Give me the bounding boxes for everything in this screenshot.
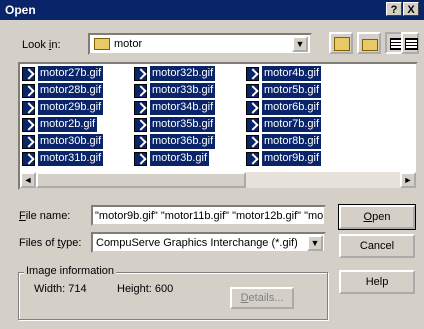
lookin-combo[interactable]: motor ▼ <box>88 33 312 55</box>
file-list[interactable]: motor27b.gif motor32b.gif motor4b.gif motor… <box>18 62 418 190</box>
details-view-button[interactable] <box>401 32 419 54</box>
title-bar: Open ? X <box>0 0 424 20</box>
gif-file-icon <box>134 118 147 132</box>
scroll-left-button[interactable]: ◄ <box>20 172 36 188</box>
file-name: motor28b.gif <box>38 83 104 98</box>
gif-file-icon <box>246 101 259 115</box>
gif-file-icon <box>22 67 35 81</box>
cancel-button[interactable]: Cancel <box>339 234 415 258</box>
gif-file-icon <box>22 118 35 132</box>
gif-file-icon <box>246 152 259 166</box>
scroll-thumb[interactable] <box>36 172 246 188</box>
horizontal-scrollbar[interactable]: ◄ ► <box>20 172 416 188</box>
file-name: motor27b.gif <box>38 66 104 81</box>
filetype-label: Files of type: <box>19 237 82 249</box>
filename-label: File name: <box>19 210 71 222</box>
gif-file-icon <box>22 84 35 98</box>
image-info-title: Image information <box>24 265 117 277</box>
file-name: motor31b.gif <box>38 151 104 166</box>
lookin-dropdown-arrow[interactable]: ▼ <box>292 36 308 52</box>
file-name: motor30b.gif <box>38 134 104 149</box>
file-name: motor6b.gif <box>262 100 322 115</box>
lookin-label: Look in: <box>22 39 61 51</box>
file-name: motor34b.gif <box>150 100 216 115</box>
file-name: motor2b.gif <box>38 117 98 132</box>
gif-file-icon <box>22 152 35 166</box>
details-icon <box>405 38 418 50</box>
up-folder-icon <box>334 37 350 51</box>
lookin-value: motor <box>114 38 143 50</box>
file-name: motor4b.gif <box>262 66 322 81</box>
gif-file-icon <box>22 101 35 115</box>
folder-icon <box>94 38 110 50</box>
new-folder-icon <box>362 39 378 51</box>
window-title: Open <box>5 3 36 17</box>
open-button[interactable]: Open <box>338 204 416 230</box>
gif-file-icon <box>22 135 35 149</box>
gif-file-icon <box>246 118 259 132</box>
file-name: motor36b.gif <box>150 134 216 149</box>
close-button[interactable]: X <box>403 2 419 16</box>
filename-value: "motor9b.gif" "motor11b.gif" "motor12b.g… <box>95 210 324 222</box>
up-one-level-button[interactable] <box>329 32 353 54</box>
gif-file-icon <box>246 84 259 98</box>
filetype-combo[interactable]: CompuServe Graphics Interchange (*.gif) … <box>91 232 326 253</box>
help-title-button[interactable]: ? <box>386 2 402 16</box>
help-button[interactable]: Help <box>339 270 415 294</box>
file-name: motor35b.gif <box>150 117 216 132</box>
scroll-right-button[interactable]: ► <box>400 172 416 188</box>
filetype-value: CompuServe Graphics Interchange (*.gif) <box>96 237 298 249</box>
gif-file-icon <box>134 101 147 115</box>
details-button[interactable]: Details... <box>230 287 294 309</box>
file-name: motor7b.gif <box>262 117 322 132</box>
gif-file-icon <box>134 152 147 166</box>
file-name: motor29b.gif <box>38 100 104 115</box>
gif-file-icon <box>246 67 259 81</box>
gif-file-icon <box>134 67 147 81</box>
file-name: motor9b.gif <box>262 151 322 166</box>
file-name: motor8b.gif <box>262 134 322 149</box>
image-height: Height: 600 <box>117 283 174 295</box>
file-name: motor3b.gif <box>150 151 210 166</box>
file-name: motor33b.gif <box>150 83 216 98</box>
filetype-dropdown-arrow[interactable]: ▼ <box>307 235 323 251</box>
file-name: motor32b.gif <box>150 66 216 81</box>
filename-input[interactable]: "motor9b.gif" "motor11b.gif" "motor12b.g… <box>91 205 326 226</box>
gif-file-icon <box>134 84 147 98</box>
gif-file-icon <box>134 135 147 149</box>
file-name: motor5b.gif <box>262 83 322 98</box>
new-folder-button[interactable] <box>357 32 381 54</box>
image-width: Width: 714 <box>34 283 87 295</box>
gif-file-icon <box>246 135 259 149</box>
